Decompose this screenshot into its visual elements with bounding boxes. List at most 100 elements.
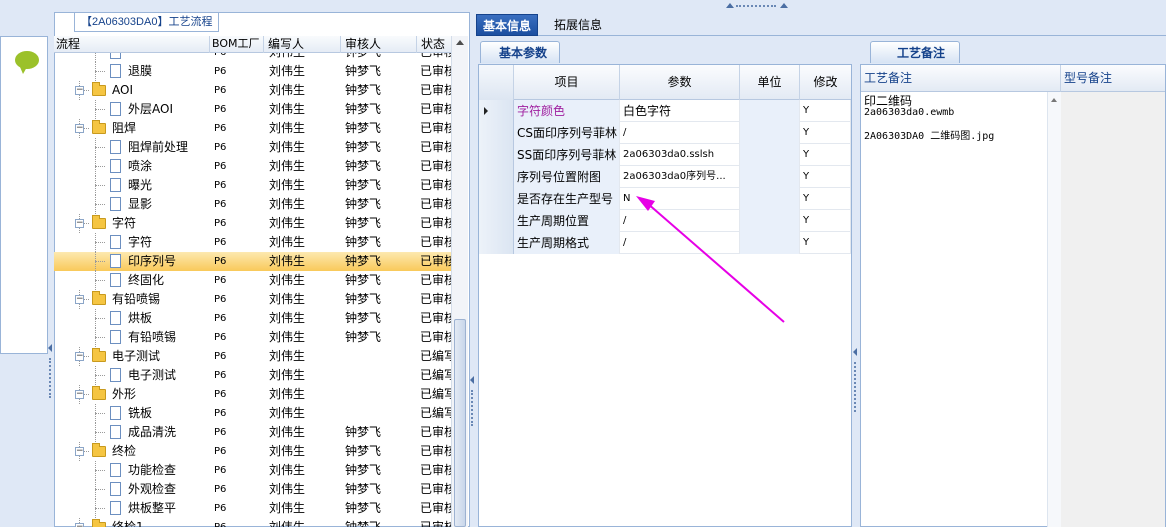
tree-row[interactable]: − 字符 P6 刘伟生 钟梦飞 已审核: [54, 214, 451, 233]
tree-row[interactable]: 外观检查 P6 刘伟生 钟梦飞 已审核: [54, 480, 451, 499]
collapse-toggle-icon[interactable]: −: [75, 124, 84, 133]
param-unit-cell[interactable]: [740, 100, 800, 122]
collapse-left-icon[interactable]: [853, 348, 857, 356]
collapse-left-icon[interactable]: [48, 344, 52, 352]
param-value-cell[interactable]: /: [620, 210, 740, 232]
notes-scrollbar[interactable]: [1047, 92, 1061, 527]
tree-row[interactable]: − AOI P6 刘伟生 钟梦飞 已审核: [54, 81, 451, 100]
tree-row[interactable]: P6 刘伟生钟梦飞已审核: [54, 53, 451, 62]
reviewer-cell: 钟梦飞: [345, 159, 382, 173]
collapse-left-icon[interactable]: [470, 376, 474, 384]
param-row[interactable]: 生产周期位置 / Y: [479, 210, 851, 232]
tree-row[interactable]: 烘板整平 P6 刘伟生 钟梦飞 已审核: [54, 499, 451, 518]
col-header-edit[interactable]: 修改: [800, 65, 851, 100]
tree-row[interactable]: 字符 P6 刘伟生 钟梦飞 已审核: [54, 233, 451, 252]
row-selector[interactable]: [479, 144, 514, 166]
param-unit-cell[interactable]: [740, 188, 800, 210]
param-row[interactable]: 是否存在生产型号 N Y: [479, 188, 851, 210]
collapse-toggle-icon[interactable]: −: [75, 447, 84, 456]
col-header-process-notes[interactable]: 工艺备注: [861, 65, 1061, 92]
param-row[interactable]: CS面印序列号菲林 / Y: [479, 122, 851, 144]
collapse-toggle-icon[interactable]: −: [75, 352, 84, 361]
param-unit-cell[interactable]: [740, 210, 800, 232]
tab-extended-info[interactable]: 拓展信息: [548, 14, 608, 36]
document-icon: [110, 140, 121, 154]
collapse-arrow-icon[interactable]: [726, 3, 734, 8]
param-value-cell[interactable]: /: [620, 122, 740, 144]
col-header-value[interactable]: 参数: [620, 65, 740, 100]
tab-basic-params[interactable]: 基本参数: [480, 41, 561, 63]
row-selector[interactable]: [479, 100, 514, 122]
scroll-up-arrow-icon[interactable]: [1051, 98, 1057, 102]
scroll-up-arrow-icon[interactable]: [456, 40, 464, 45]
param-row[interactable]: 生产周期格式 / Y: [479, 232, 851, 254]
tree-row[interactable]: 印序列号 P6 刘伟生 钟梦飞 已审核: [54, 252, 451, 271]
tree-row[interactable]: − 有铅喷锡 P6 刘伟生 钟梦飞 已审核: [54, 290, 451, 309]
param-row[interactable]: 序列号位置附图 2a06303da0序列号... Y: [479, 166, 851, 188]
param-value-cell[interactable]: 2a06303da0.sslsh: [620, 144, 740, 166]
col-header-model-notes[interactable]: 型号备注: [1061, 65, 1165, 92]
col-header-unit[interactable]: 单位: [740, 65, 800, 100]
col-header-writer[interactable]: 编写人: [264, 36, 341, 53]
tree-row[interactable]: 喷涂 P6 刘伟生 钟梦飞 已审核: [54, 157, 451, 176]
params-splitter[interactable]: [852, 36, 858, 527]
param-value-cell[interactable]: N: [620, 188, 740, 210]
tree-row[interactable]: 电子测试 P6 刘伟生 已编写: [54, 366, 451, 385]
tree-row[interactable]: 烘板 P6 刘伟生 钟梦飞 已审核: [54, 309, 451, 328]
chat-bubble-icon[interactable]: [15, 51, 39, 74]
tree-row[interactable]: − 外形 P6 刘伟生 已编写: [54, 385, 451, 404]
param-row[interactable]: 字符颜色 白色字符 Y: [479, 100, 851, 122]
document-icon: [110, 64, 121, 78]
row-selector[interactable]: [479, 210, 514, 232]
row-selector[interactable]: [479, 166, 514, 188]
row-selector[interactable]: [479, 122, 514, 144]
param-row[interactable]: SS面印序列号菲林 2a06303da0.sslsh Y: [479, 144, 851, 166]
tree-row[interactable]: 显影 P6 刘伟生 钟梦飞 已审核: [54, 195, 451, 214]
tree-row[interactable]: − 终检1 P6 刘伟生 钟梦飞 已审核: [54, 518, 451, 527]
row-selector[interactable]: [479, 188, 514, 210]
model-notes-cell[interactable]: [1061, 92, 1165, 527]
tree-row[interactable]: 终固化 P6 刘伟生 钟梦飞 已审核: [54, 271, 451, 290]
tree-scrollbar[interactable]: [451, 36, 468, 527]
param-unit-cell[interactable]: [740, 144, 800, 166]
param-unit-cell[interactable]: [740, 232, 800, 254]
col-header-flow[interactable]: 流程: [54, 36, 210, 53]
collapse-toggle-icon[interactable]: −: [75, 390, 84, 399]
tree-row[interactable]: 成品清洗 P6 刘伟生 钟梦飞 已审核: [54, 423, 451, 442]
tree-row[interactable]: − 电子测试 P6 刘伟生 已编写: [54, 347, 451, 366]
document-icon: [110, 273, 121, 287]
tree-row[interactable]: 有铅喷锡 P6 刘伟生 钟梦飞 已审核: [54, 328, 451, 347]
param-unit-cell[interactable]: [740, 166, 800, 188]
status-cell: 已审核: [420, 64, 451, 78]
row-selector[interactable]: [479, 232, 514, 254]
param-unit-cell[interactable]: [740, 122, 800, 144]
tree-row[interactable]: 铣板 P6 刘伟生 已编写: [54, 404, 451, 423]
param-value-cell[interactable]: 白色字符: [620, 100, 740, 122]
collapse-toggle-icon[interactable]: −: [75, 295, 84, 304]
collapse-toggle-icon[interactable]: −: [75, 219, 84, 228]
tree-node-label: 外观检查: [128, 482, 177, 496]
col-header-bom-factory[interactable]: BOM工厂: [210, 36, 264, 53]
collapse-toggle-icon[interactable]: −: [75, 523, 84, 527]
tab-basic-info[interactable]: 基本信息: [476, 14, 539, 36]
tab-process-notes[interactable]: 工艺备注: [870, 41, 961, 63]
col-header-reviewer[interactable]: 审核人: [341, 36, 417, 53]
tree-splitter[interactable]: [470, 36, 476, 527]
reviewer-cell: 钟梦飞: [345, 273, 382, 287]
collapse-toggle-icon[interactable]: −: [75, 86, 84, 95]
tree-row[interactable]: 阻焊前处理 P6 刘伟生 钟梦飞 已审核: [54, 138, 451, 157]
tree-scroll-thumb[interactable]: [454, 319, 466, 527]
param-value-cell[interactable]: /: [620, 232, 740, 254]
collapse-arrow-icon[interactable]: [780, 3, 788, 8]
col-header-item[interactable]: 项目: [514, 65, 620, 100]
tree-row[interactable]: 退膜 P6 刘伟生 钟梦飞 已审核: [54, 62, 451, 81]
tree-row[interactable]: 功能检查 P6 刘伟生 钟梦飞 已审核: [54, 461, 451, 480]
row-header-corner[interactable]: [479, 65, 514, 100]
top-splitter[interactable]: [0, 0, 1166, 12]
tree-row[interactable]: 曝光 P6 刘伟生 钟梦飞 已审核: [54, 176, 451, 195]
tree-row[interactable]: − 阻焊 P6 刘伟生 钟梦飞 已审核: [54, 119, 451, 138]
process-notes-cell[interactable]: 印二维码 2a06303da0.ewmb 2A06303DA0 二维码图.jpg: [861, 92, 1049, 527]
tree-row[interactable]: 外层AOI P6 刘伟生 钟梦飞 已审核: [54, 100, 451, 119]
param-value-cell[interactable]: 2a06303da0序列号...: [620, 166, 740, 188]
tree-row[interactable]: − 终检 P6 刘伟生 钟梦飞 已审核: [54, 442, 451, 461]
